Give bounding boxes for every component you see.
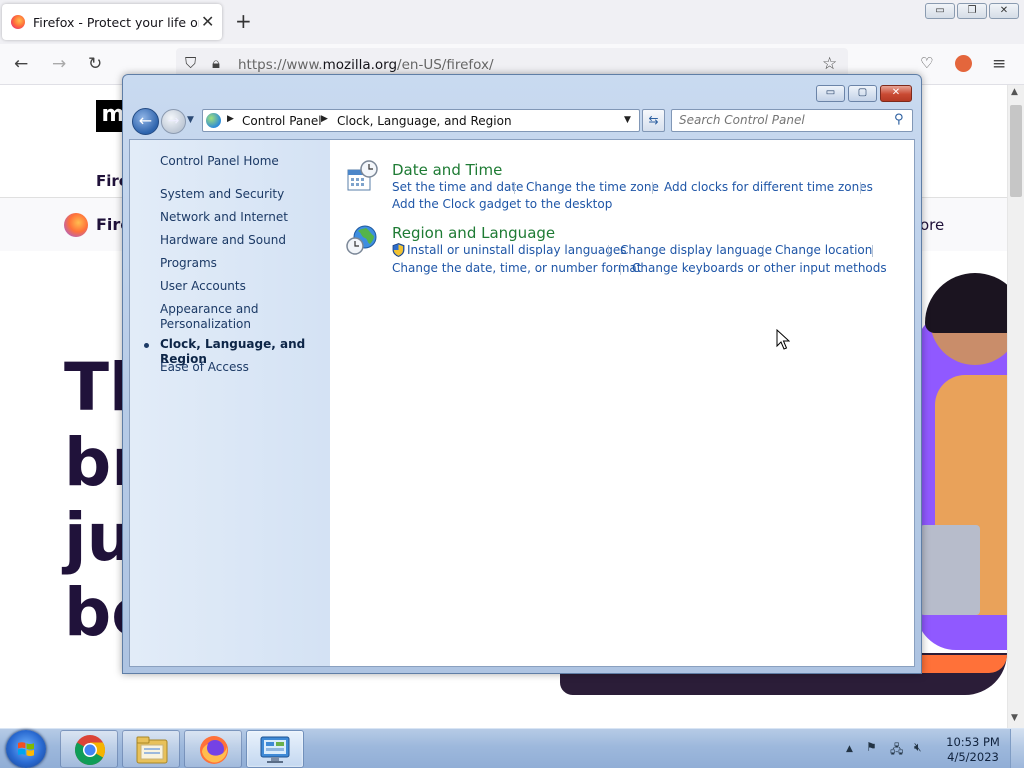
change-display-language-link[interactable]: Change display language — [620, 243, 772, 257]
sidebar-item-hardware-sound[interactable]: Hardware and Sound — [160, 233, 286, 248]
firefox-tab-bar: Firefox - Protect your life online ✕ + ▭… — [0, 0, 1024, 44]
address-dropdown-icon[interactable]: ▼ — [624, 115, 631, 125]
lock-icon[interactable]: 🔒︎ — [212, 54, 220, 72]
region-and-language-title[interactable]: Region and Language — [392, 224, 555, 242]
link-separator — [652, 182, 653, 194]
more-link[interactable]: ore — [920, 216, 944, 234]
taskbar-firefox[interactable] — [184, 730, 242, 768]
forward-button[interactable]: → — [161, 109, 186, 134]
change-date-time-format-link[interactable]: Change the date, time, or number format — [392, 261, 641, 275]
current-page-bullet-icon — [144, 343, 149, 348]
back-button[interactable]: ← — [132, 108, 159, 135]
clock-date: 4/5/2023 — [947, 750, 999, 764]
taskbar-chrome[interactable] — [60, 730, 118, 768]
control-panel-window: ▭ ▢ ✕ ← → ▼ ▶ Control Panel ▶ Clock, Lan… — [122, 74, 922, 674]
hero-photo-hair — [925, 273, 1007, 333]
tracking-shield-icon[interactable]: ⛉ — [185, 54, 196, 72]
cp-close-button[interactable]: ✕ — [880, 85, 912, 102]
sidebar-item-system-security[interactable]: System and Security — [160, 187, 284, 202]
volume-muted-icon[interactable]: 🔇︎ — [914, 740, 922, 755]
sidebar-item-appearance[interactable]: Appearance and Personalization — [160, 302, 280, 332]
sidebar: Control Panel Home System and Security N… — [130, 140, 330, 666]
sidebar-home-link[interactable]: Control Panel Home — [160, 154, 279, 169]
browser-minimize-button[interactable]: ▭ — [925, 3, 955, 19]
change-location-link[interactable]: Change location — [775, 243, 872, 257]
date-and-time-title[interactable]: Date and Time — [392, 161, 502, 179]
link-separator — [860, 182, 861, 194]
link-separator — [608, 245, 609, 257]
recent-pages-dropdown-icon[interactable]: ▼ — [187, 115, 194, 125]
network-icon[interactable]: 🖧︎ — [890, 740, 903, 761]
control-panel-icon — [260, 736, 290, 763]
menu-hamburger-icon[interactable]: ≡ — [992, 54, 1006, 74]
date-time-icon[interactable] — [346, 160, 378, 192]
control-panel-icon — [206, 113, 221, 128]
add-clock-gadget-link[interactable]: Add the Clock gadget to the desktop — [392, 197, 612, 211]
taskbar: ▲ ⚑ 🖧︎ 🔇︎ 10:53 PM 4/5/2023 — [0, 728, 1024, 768]
tab-title: Firefox - Protect your life online — [33, 15, 199, 30]
reload-icon[interactable]: ↻ — [88, 54, 102, 74]
search-icon[interactable]: ⚲ — [894, 112, 904, 127]
taskbar-file-explorer[interactable] — [122, 730, 180, 768]
breadcrumb-chevron-icon[interactable]: ▶ — [227, 114, 234, 124]
taskbar-control-panel[interactable] — [246, 730, 304, 768]
mouse-cursor-icon — [776, 329, 790, 350]
file-explorer-icon — [136, 736, 168, 764]
browser-restore-button[interactable]: ❐ — [957, 3, 987, 19]
link-separator — [872, 245, 873, 257]
clock-time: 10:53 PM — [946, 735, 1000, 749]
install-uninstall-languages-link[interactable]: Install or uninstall display languages — [407, 243, 627, 257]
scrollbar-thumb[interactable] — [1010, 105, 1022, 197]
firefox-favicon-icon — [11, 15, 25, 29]
sidebar-item-network-internet[interactable]: Network and Internet — [160, 210, 288, 225]
taskbar-clock[interactable]: 10:53 PM 4/5/2023 — [942, 735, 1004, 765]
bookmark-star-icon[interactable]: ☆ — [822, 54, 837, 74]
extension-icon[interactable] — [955, 55, 972, 72]
link-separator — [763, 245, 764, 257]
add-clocks-link[interactable]: Add clocks for different time zones — [664, 180, 873, 194]
search-input[interactable] — [679, 113, 884, 127]
windows-logo-icon — [18, 742, 34, 757]
sidebar-item-programs[interactable]: Programs — [160, 256, 217, 271]
sidebar-item-ease-of-access[interactable]: Ease of Access — [160, 360, 249, 375]
page-scrollbar[interactable]: ▲ ▼ — [1007, 85, 1024, 728]
cp-minimize-button[interactable]: ▭ — [816, 85, 845, 102]
breadcrumb-control-panel[interactable]: Control Panel — [242, 114, 322, 128]
sidebar-item-user-accounts[interactable]: User Accounts — [160, 279, 246, 294]
tab-close-icon[interactable]: ✕ — [201, 12, 214, 31]
breadcrumb-clock-language-region[interactable]: Clock, Language, and Region — [337, 114, 512, 128]
action-center-flag-icon[interactable]: ⚑ — [866, 740, 877, 754]
new-tab-button[interactable]: + — [235, 9, 252, 33]
forward-arrow-icon[interactable]: → — [52, 54, 66, 74]
cp-maximize-button[interactable]: ▢ — [848, 85, 877, 102]
scroll-down-icon[interactable]: ▼ — [1011, 713, 1018, 723]
link-separator — [620, 263, 621, 275]
search-box[interactable]: ⚲ — [671, 109, 913, 132]
address-bar[interactable]: ▶ Control Panel ▶ Clock, Language, and R… — [202, 109, 640, 132]
breadcrumb-chevron-icon[interactable]: ▶ — [321, 114, 328, 124]
firefox-logo-icon — [64, 213, 88, 237]
change-keyboards-link[interactable]: Change keyboards or other input methods — [632, 261, 887, 275]
start-button[interactable] — [6, 730, 46, 768]
scroll-up-icon[interactable]: ▲ — [1011, 87, 1018, 97]
pocket-icon[interactable]: ♡ — [920, 54, 933, 72]
browser-close-button[interactable]: ✕ — [989, 3, 1019, 19]
show-desktop-button[interactable] — [1010, 729, 1024, 768]
url-text[interactable]: https://www.mozilla.org/en-US/firefox/ — [238, 57, 494, 73]
chrome-icon — [74, 735, 106, 766]
change-time-zone-link[interactable]: Change the time zone — [526, 180, 659, 194]
set-time-date-link[interactable]: Set the time and date — [392, 180, 523, 194]
firefox-icon — [200, 736, 228, 764]
uac-shield-icon — [392, 243, 405, 257]
hero-photo-laptop — [920, 525, 980, 615]
refresh-button[interactable]: ⇆ — [642, 109, 665, 132]
back-arrow-icon[interactable]: ← — [14, 54, 28, 74]
control-panel-content: Control Panel Home System and Security N… — [129, 139, 915, 667]
link-separator — [514, 182, 515, 194]
firefox-tab[interactable]: Firefox - Protect your life online ✕ — [2, 4, 222, 40]
globe-clock-icon[interactable] — [346, 224, 378, 256]
show-hidden-icons-arrow[interactable]: ▲ — [846, 744, 853, 754]
